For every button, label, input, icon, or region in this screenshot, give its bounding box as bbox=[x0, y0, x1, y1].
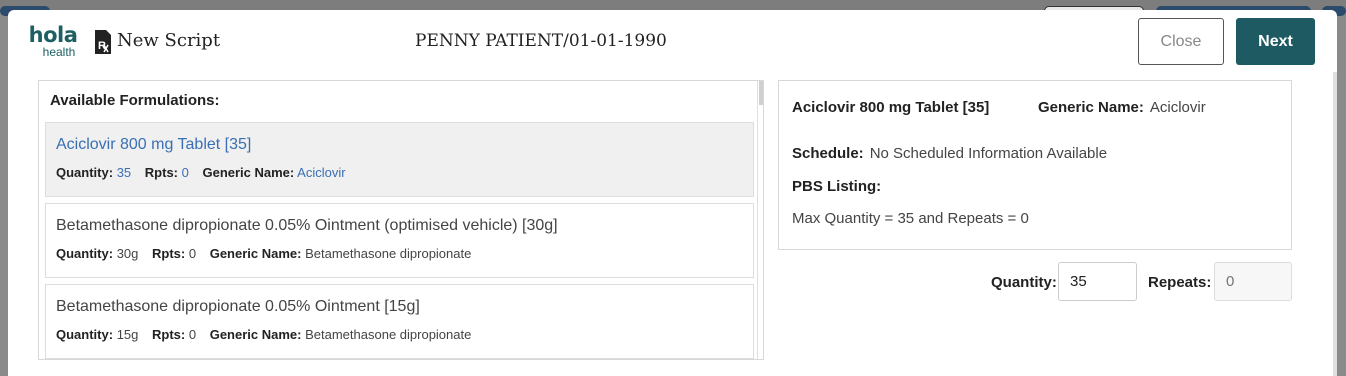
quantity-value: 15g bbox=[116, 327, 139, 342]
repeats-label: Rpts: bbox=[152, 246, 186, 261]
logo-subtext: health bbox=[42, 45, 76, 59]
generic-value: Aciclovir bbox=[297, 165, 346, 180]
formulation-item[interactable]: Betamethasone dipropionate 0.05% Ointmen… bbox=[45, 284, 754, 359]
detail-generic: Generic Name: Aciclovir bbox=[1038, 99, 1206, 116]
patient-identifier: PENNY PATIENT/01-01-1990 bbox=[415, 31, 667, 51]
formulations-scrollbar-thumb[interactable] bbox=[759, 81, 763, 105]
generic-value: Betamethasone dipropionate bbox=[305, 246, 472, 261]
repeats-input[interactable] bbox=[1214, 262, 1292, 301]
quantity-label: Quantity: bbox=[56, 165, 114, 180]
detail-pbs-label: PBS Listing: bbox=[792, 178, 882, 195]
generic-label: Generic Name: bbox=[209, 246, 302, 261]
repeats-value: 0 bbox=[188, 327, 197, 342]
repeats-value: 0 bbox=[188, 246, 197, 261]
formulation-name: Aciclovir 800 mg Tablet [35] bbox=[56, 136, 252, 153]
repeats-value: 0 bbox=[181, 165, 189, 180]
quantity-field-label: Quantity: bbox=[991, 274, 1057, 291]
detail-generic-value: Aciclovir bbox=[1149, 99, 1206, 116]
prescription-icon: R bbox=[95, 30, 111, 54]
quantity-label: Quantity: bbox=[56, 327, 114, 342]
detail-drug-name: Aciclovir 800 mg Tablet [35] bbox=[792, 99, 990, 116]
modal-scrollbar[interactable] bbox=[1333, 72, 1337, 376]
quantity-input[interactable] bbox=[1058, 262, 1137, 301]
formulation-item[interactable]: Aciclovir 800 mg Tablet [35] Quantity: 3… bbox=[45, 122, 754, 197]
detail-generic-label: Generic Name: bbox=[1038, 99, 1144, 116]
formulation-meta: Quantity: 30g Rpts: 0 Generic Name: Beta… bbox=[56, 246, 471, 261]
repeats-field-label: Repeats: bbox=[1148, 274, 1212, 291]
formulation-name: Betamethasone dipropionate 0.05% Ointmen… bbox=[56, 217, 558, 234]
quantity-value: 30g bbox=[116, 246, 139, 261]
formulations-heading: Available Formulations: bbox=[50, 92, 220, 109]
next-button[interactable]: Next bbox=[1236, 18, 1315, 65]
new-script-modal: hola health R New Script PENNY PATIENT/0… bbox=[8, 10, 1337, 376]
logo-wordmark: hola bbox=[28, 23, 78, 47]
repeats-label: Rpts: bbox=[144, 165, 178, 180]
formulation-item[interactable]: Betamethasone dipropionate 0.05% Ointmen… bbox=[45, 203, 754, 278]
generic-value: Betamethasone dipropionate bbox=[305, 327, 472, 342]
formulation-meta: Quantity: 35 Rpts: 0 Generic Name: Acicl… bbox=[56, 165, 346, 180]
detail-schedule: Schedule: No Scheduled Information Availa… bbox=[792, 145, 1107, 162]
hola-health-logo: hola health bbox=[28, 24, 78, 64]
repeats-label: Rpts: bbox=[152, 327, 186, 342]
modal-title: New Script bbox=[117, 30, 221, 51]
formulation-meta: Quantity: 15g Rpts: 0 Generic Name: Beta… bbox=[56, 327, 471, 342]
quantity-value: 35 bbox=[116, 165, 132, 180]
close-button[interactable]: Close bbox=[1138, 18, 1224, 65]
formulation-detail-panel: Aciclovir 800 mg Tablet [35] Generic Nam… bbox=[778, 80, 1292, 250]
generic-label: Generic Name: bbox=[202, 165, 295, 180]
formulation-name: Betamethasone dipropionate 0.05% Ointmen… bbox=[56, 298, 420, 315]
formulations-scrollbar-track[interactable] bbox=[757, 81, 758, 359]
generic-label: Generic Name: bbox=[209, 327, 302, 342]
detail-max-quantity: Max Quantity = 35 and Repeats = 0 bbox=[792, 210, 1029, 227]
detail-schedule-value: No Scheduled Information Available bbox=[869, 145, 1108, 162]
detail-schedule-label: Schedule: bbox=[792, 145, 864, 162]
quantity-label: Quantity: bbox=[56, 246, 114, 261]
formulations-panel[interactable]: Available Formulations: Aciclovir 800 mg… bbox=[38, 80, 764, 360]
modal-header: hola health R New Script PENNY PATIENT/0… bbox=[8, 10, 1337, 72]
